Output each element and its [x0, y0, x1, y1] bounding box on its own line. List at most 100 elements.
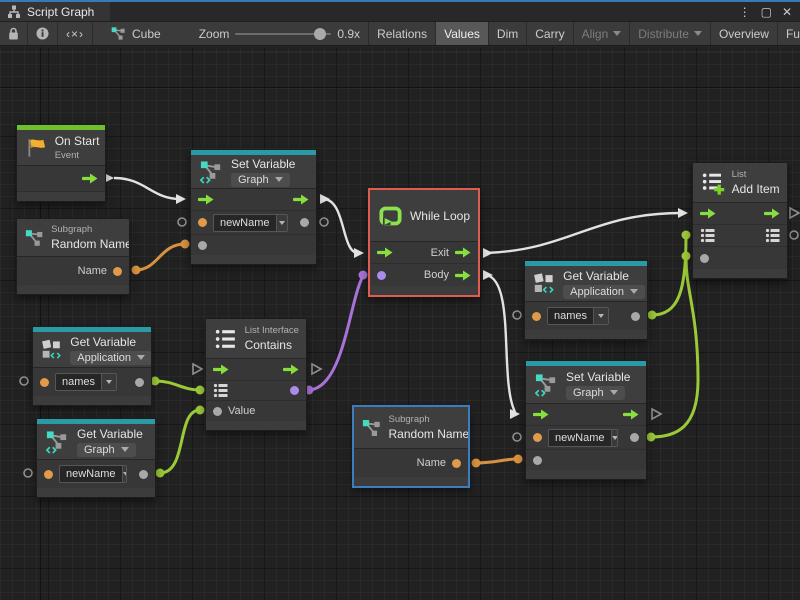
- scope-value: Application: [570, 286, 624, 298]
- scope-value: Application: [77, 352, 131, 364]
- flow-in-port[interactable]: [533, 409, 549, 420]
- body-flow-out-port[interactable]: [455, 270, 471, 281]
- value-input-port[interactable]: [198, 241, 207, 250]
- target-label[interactable]: Cube: [132, 27, 161, 41]
- chevron-down-icon[interactable]: [593, 308, 608, 324]
- variable-name-dropdown[interactable]: newName: [59, 465, 127, 483]
- flag-icon: [25, 135, 48, 161]
- title-bar: Script Graph ⋮ ▢ ✕: [0, 0, 800, 21]
- zoom-slider-handle[interactable]: [314, 28, 326, 40]
- chevron-down-icon[interactable]: [122, 466, 127, 482]
- name-output-port[interactable]: [113, 267, 122, 276]
- value-input-port[interactable]: [213, 407, 222, 416]
- flow-in-port[interactable]: [198, 194, 214, 205]
- align-button[interactable]: Align: [574, 22, 631, 45]
- variable-name-dropdown[interactable]: newName: [213, 214, 288, 232]
- node-subtitle: Event: [55, 150, 97, 161]
- lock-button[interactable]: [0, 22, 28, 45]
- node-subgraph-left[interactable]: Subgraph Random Name Name: [16, 218, 130, 295]
- zoom-value: 0.9x: [337, 27, 360, 41]
- item-input-port[interactable]: [700, 254, 709, 263]
- maximize-icon[interactable]: ▢: [761, 5, 772, 19]
- bool-output-port[interactable]: [290, 386, 299, 395]
- variable-name-value: newName: [549, 430, 611, 446]
- zoom-slider[interactable]: [235, 33, 331, 35]
- chevron-down-icon[interactable]: [101, 374, 116, 390]
- variable-name-dropdown[interactable]: newName: [548, 429, 618, 447]
- carry-button[interactable]: Carry: [527, 22, 573, 45]
- graph-variable-icon: [199, 159, 224, 185]
- node-subgraph-bottom[interactable]: Subgraph Random Name Name: [352, 405, 470, 488]
- tab-script-graph[interactable]: Script Graph: [0, 2, 110, 21]
- distribute-button[interactable]: Distribute: [630, 22, 711, 45]
- chevron-down-icon: [613, 31, 621, 36]
- node-set-variable-left[interactable]: Set Variable Graph newName: [190, 149, 317, 265]
- variable-scope-dropdown[interactable]: Graph: [77, 443, 136, 457]
- node-list-add-item[interactable]: List Add Item: [692, 162, 788, 279]
- application-variable-icon: [41, 337, 63, 363]
- flow-out-port[interactable]: [293, 194, 309, 205]
- node-while-loop[interactable]: While Loop Exit Body: [368, 188, 480, 297]
- value-output-port[interactable]: [139, 470, 148, 479]
- name-input-port[interactable]: [198, 218, 207, 227]
- node-get-variable-graph-left[interactable]: Get Variable Graph newName: [36, 418, 156, 498]
- variable-name-dropdown[interactable]: names: [55, 373, 117, 391]
- exit-label: Exit: [431, 247, 449, 259]
- chevron-down-icon: [630, 289, 638, 294]
- condition-input-port[interactable]: [377, 271, 386, 280]
- name-input-port[interactable]: [532, 312, 541, 321]
- scope-value: Graph: [84, 444, 115, 456]
- fullscreen-button[interactable]: Full Screen: [778, 22, 800, 45]
- node-get-variable-app-right[interactable]: Get Variable Application names: [524, 260, 648, 340]
- code-preview-button[interactable]: ‹×›: [58, 22, 93, 45]
- flow-in-port[interactable]: [213, 364, 229, 375]
- value-output-port[interactable]: [630, 433, 639, 442]
- variable-scope-dropdown[interactable]: Application: [563, 285, 645, 299]
- node-title: Add Item: [732, 182, 779, 196]
- value-output-port[interactable]: [631, 312, 640, 321]
- flow-out-port[interactable]: [623, 409, 639, 420]
- values-button[interactable]: Values: [436, 22, 489, 45]
- value-output-port[interactable]: [135, 378, 144, 387]
- node-title: Set Variable: [231, 157, 295, 171]
- flow-out-port[interactable]: [283, 364, 299, 375]
- dim-label: Dim: [497, 27, 518, 41]
- flow-out-port[interactable]: [82, 173, 98, 184]
- flow-in-port[interactable]: [377, 247, 393, 258]
- name-input-port[interactable]: [533, 433, 542, 442]
- node-list-contains[interactable]: List Interface Contains Value: [205, 318, 307, 431]
- list-input-port[interactable]: [213, 383, 228, 398]
- graph-canvas[interactable]: [0, 47, 800, 600]
- flow-in-port[interactable]: [700, 208, 716, 219]
- variable-scope-dropdown[interactable]: Graph: [231, 173, 290, 187]
- overview-label: Overview: [719, 27, 769, 41]
- node-on-start[interactable]: On Start Event: [16, 124, 106, 202]
- list-output-port[interactable]: [765, 228, 780, 243]
- exit-flow-out-port[interactable]: [455, 247, 471, 258]
- dim-button[interactable]: Dim: [489, 22, 527, 45]
- node-title: Random Name: [389, 427, 461, 441]
- chevron-down-icon[interactable]: [611, 430, 618, 446]
- variable-name-value: newName: [60, 466, 122, 482]
- name-input-port[interactable]: [44, 470, 53, 479]
- variable-scope-dropdown[interactable]: Graph: [566, 386, 625, 400]
- node-set-variable-right[interactable]: Set Variable Graph newName: [525, 360, 647, 480]
- variable-name-dropdown[interactable]: names: [547, 307, 609, 325]
- flow-out-port[interactable]: [764, 208, 780, 219]
- name-output-port[interactable]: [452, 459, 461, 468]
- close-icon[interactable]: ✕: [782, 5, 792, 19]
- relations-button[interactable]: Relations: [368, 22, 436, 45]
- carry-label: Carry: [535, 27, 564, 41]
- chevron-down-icon[interactable]: [276, 215, 287, 231]
- chevron-down-icon: [137, 355, 145, 360]
- node-get-variable-app-left[interactable]: Get Variable Application names: [32, 326, 152, 406]
- variable-scope-dropdown[interactable]: Application: [70, 351, 151, 365]
- info-button[interactable]: [28, 22, 58, 45]
- node-footer: [526, 470, 646, 479]
- overview-button[interactable]: Overview: [711, 22, 778, 45]
- name-input-port[interactable]: [40, 378, 49, 387]
- more-icon[interactable]: ⋮: [739, 5, 751, 19]
- list-input-port[interactable]: [700, 228, 715, 243]
- value-input-port[interactable]: [533, 456, 542, 465]
- value-output-port[interactable]: [300, 218, 309, 227]
